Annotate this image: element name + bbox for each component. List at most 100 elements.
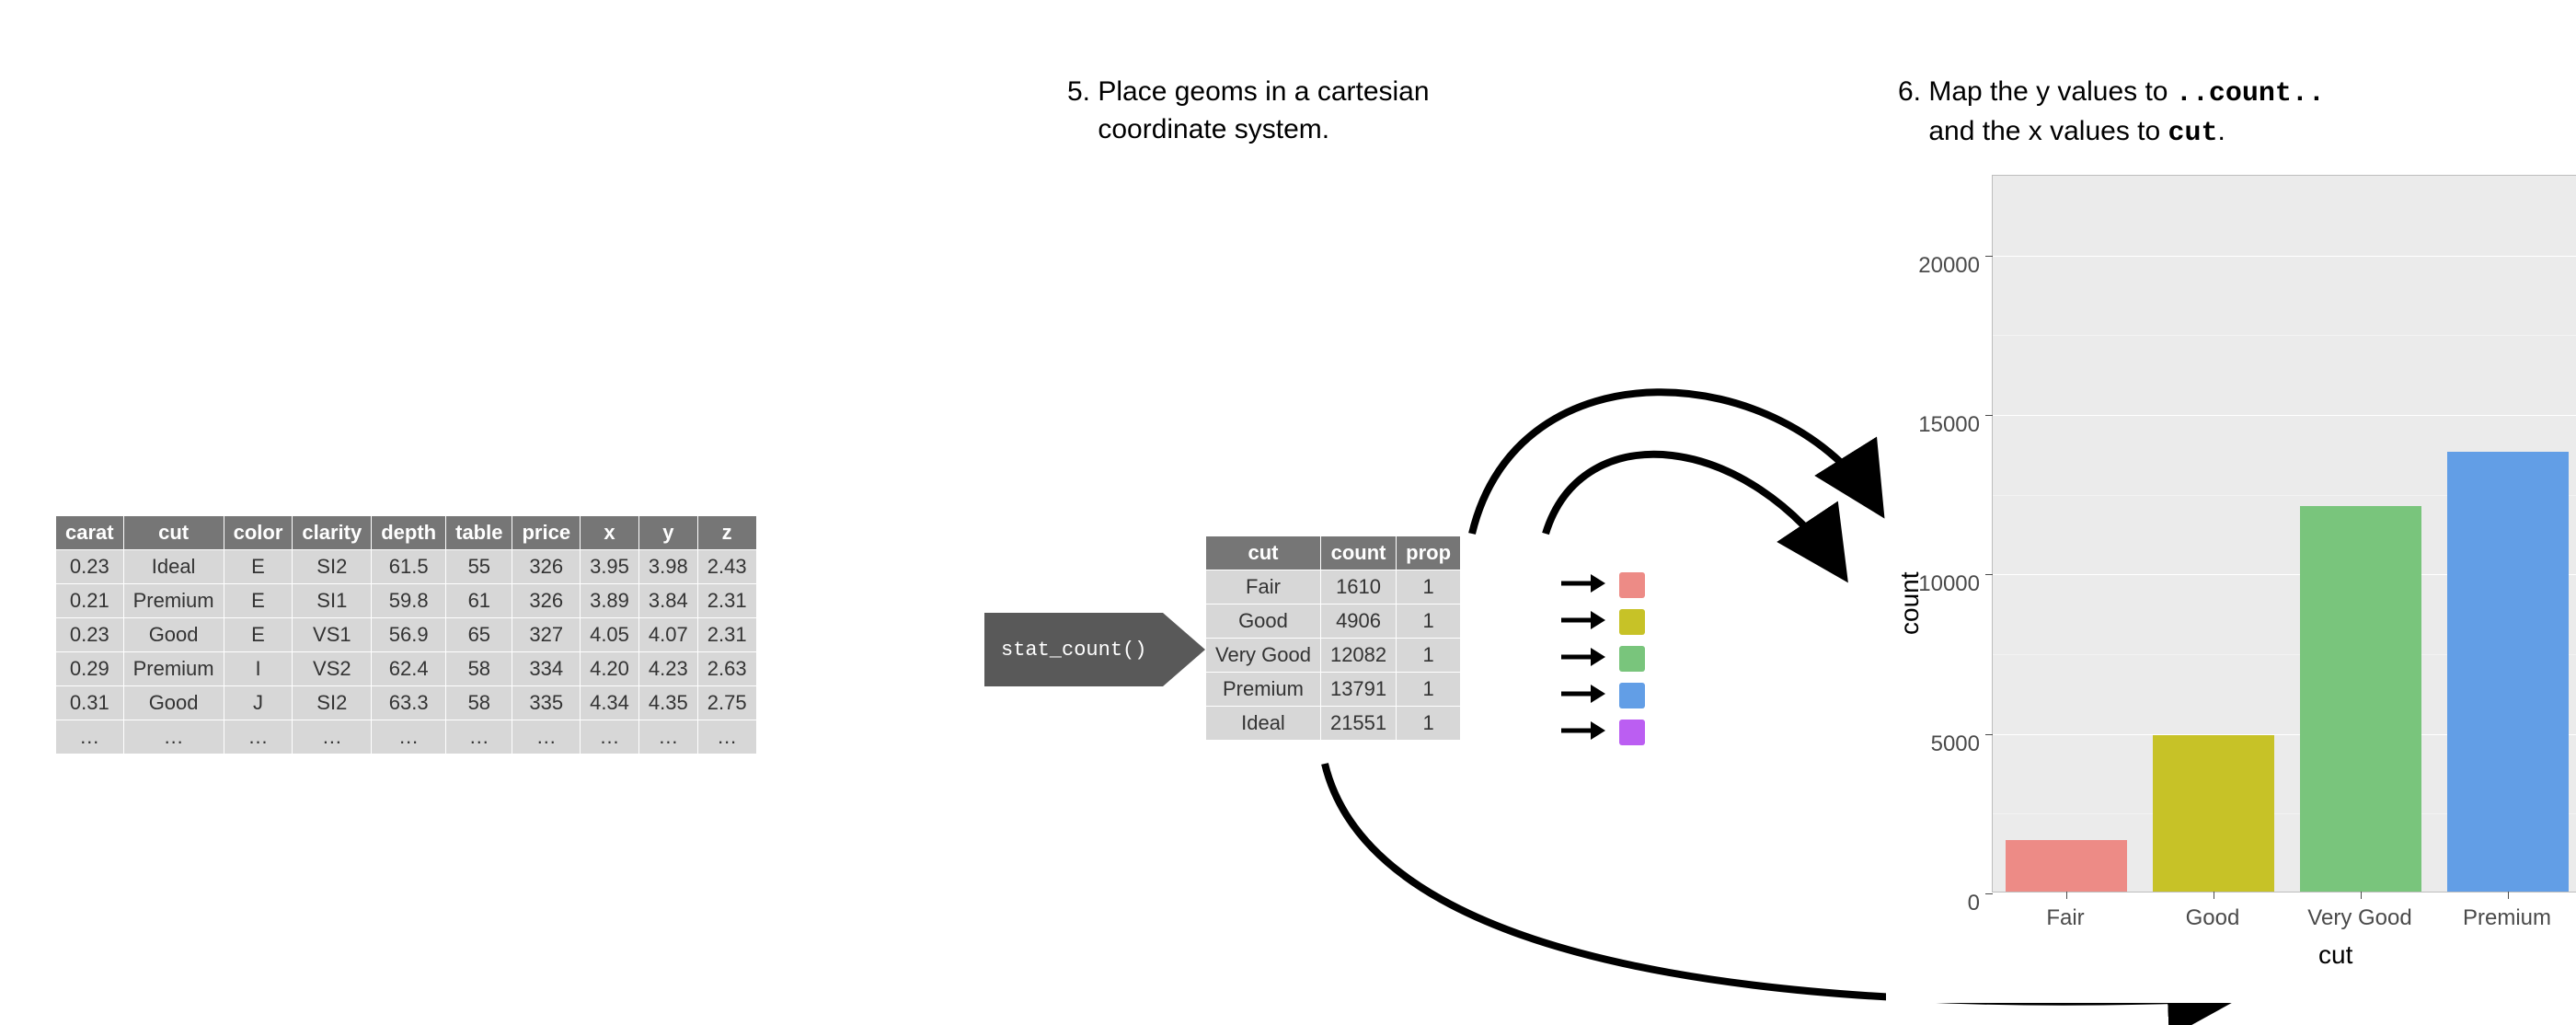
raw-table-cell: 58: [446, 686, 512, 720]
raw-table-cell: Premium: [123, 584, 224, 618]
raw-table-cell: 61: [446, 584, 512, 618]
raw-table-cell: 4.05: [581, 618, 639, 652]
chart-bar: [2300, 506, 2421, 892]
raw-data-table: caratcutcolorclaritydepthtablepricexyz0.…: [55, 515, 757, 754]
raw-table-cell: …: [446, 720, 512, 754]
x-tick-label: Good: [2186, 905, 2240, 931]
raw-table-cell: 0.23: [56, 618, 124, 652]
raw-table-cell: J: [224, 686, 293, 720]
raw-table-cell: 0.23: [56, 550, 124, 584]
raw-table-header: carat: [56, 516, 124, 550]
raw-table-cell: VS1: [293, 618, 372, 652]
raw-table-header: price: [512, 516, 581, 550]
raw-table-header: depth: [372, 516, 446, 550]
summary-table-cell: 13791: [1320, 673, 1396, 707]
step6-text-c: .: [2218, 116, 2225, 146]
stat-count-arrow: stat_count(): [984, 613, 1163, 686]
raw-table-cell: 3.98: [638, 550, 697, 584]
raw-table-cell: …: [56, 720, 124, 754]
summary-table-header: cut: [1206, 536, 1321, 570]
summary-data-table: cutcountpropFair16101Good49061Very Good1…: [1205, 536, 1461, 741]
raw-table-cell: 335: [512, 686, 581, 720]
raw-table-cell: 4.07: [638, 618, 697, 652]
raw-table-cell: …: [581, 720, 639, 754]
raw-table-cell: 2.63: [697, 652, 756, 686]
raw-table-cell: …: [123, 720, 224, 754]
y-axis: 05000100001500020000: [1886, 175, 1987, 893]
mini-arrow-icon: [1559, 719, 1605, 748]
color-swatch: [1619, 683, 1645, 708]
raw-table-cell: SI2: [293, 686, 372, 720]
summary-table-cell: Good: [1206, 605, 1321, 639]
raw-table-cell: 4.20: [581, 652, 639, 686]
x-tick-label: Very Good: [2307, 905, 2411, 931]
raw-table-cell: 0.31: [56, 686, 124, 720]
raw-table-cell: 2.43: [697, 550, 756, 584]
raw-table-cell: …: [638, 720, 697, 754]
raw-table-cell: 3.84: [638, 584, 697, 618]
step6-code2: cut: [2168, 118, 2218, 149]
raw-table-cell: 4.23: [638, 652, 697, 686]
color-swatch: [1619, 720, 1645, 745]
mini-arrow-icon: [1559, 571, 1605, 601]
x-axis-title: cut: [2318, 940, 2352, 970]
raw-table-cell: 334: [512, 652, 581, 686]
raw-table-cell: Good: [123, 686, 224, 720]
x-tick-label: Fair: [2046, 905, 2084, 931]
raw-table-cell: 2.75: [697, 686, 756, 720]
y-tick-label: 20000: [1918, 253, 1980, 279]
summary-table-header: count: [1320, 536, 1396, 570]
raw-table-header: table: [446, 516, 512, 550]
mini-arrow-icon: [1559, 645, 1605, 674]
step6-code1: ..count..: [2176, 78, 2325, 109]
raw-table-cell: Premium: [123, 652, 224, 686]
raw-table-cell: …: [697, 720, 756, 754]
raw-table-cell: 59.8: [372, 584, 446, 618]
raw-table-cell: 61.5: [372, 550, 446, 584]
summary-table-cell: 1610: [1320, 570, 1396, 605]
raw-table-cell: …: [293, 720, 372, 754]
raw-table-cell: 3.95: [581, 550, 639, 584]
y-tick-label: 10000: [1918, 571, 1980, 597]
raw-table-cell: 326: [512, 550, 581, 584]
raw-table-cell: Good: [123, 618, 224, 652]
raw-table-cell: 62.4: [372, 652, 446, 686]
raw-table-cell: SI2: [293, 550, 372, 584]
raw-table-header: x: [581, 516, 639, 550]
raw-table-cell: 2.31: [697, 618, 756, 652]
raw-table-header: color: [224, 516, 293, 550]
raw-table-cell: 2.31: [697, 584, 756, 618]
raw-table-cell: 326: [512, 584, 581, 618]
caption-step5: 5. Place geoms in a cartesian coordinate…: [1067, 74, 1430, 148]
summary-table-cell: Ideal: [1206, 707, 1321, 741]
y-tick-label: 5000: [1931, 731, 1980, 757]
summary-table-cell: 1: [1397, 639, 1461, 673]
y-tick-label: 15000: [1918, 412, 1980, 438]
raw-table-cell: 58: [446, 652, 512, 686]
raw-table-cell: 65: [446, 618, 512, 652]
summary-table-cell: 1: [1397, 605, 1461, 639]
color-swatch: [1619, 572, 1645, 598]
summary-table-cell: Fair: [1206, 570, 1321, 605]
raw-table-cell: 4.35: [638, 686, 697, 720]
bar-chart: count 05000100001500020000 FairGoodVery …: [1886, 175, 2576, 1003]
summary-table-cell: 12082: [1320, 639, 1396, 673]
raw-table-cell: E: [224, 550, 293, 584]
summary-table-header: prop: [1397, 536, 1461, 570]
raw-table-cell: 56.9: [372, 618, 446, 652]
summary-table-cell: 1: [1397, 707, 1461, 741]
raw-table-cell: 3.89: [581, 584, 639, 618]
step6-text-a: 6. Map the y values to: [1898, 76, 2176, 107]
raw-table-cell: VS2: [293, 652, 372, 686]
y-tick-label: 0: [1968, 891, 1980, 916]
raw-table-cell: I: [224, 652, 293, 686]
raw-table-cell: …: [224, 720, 293, 754]
raw-table-cell: 0.29: [56, 652, 124, 686]
raw-table-cell: …: [512, 720, 581, 754]
raw-table-cell: E: [224, 618, 293, 652]
raw-table-cell: …: [372, 720, 446, 754]
x-tick-label: Premium: [2463, 905, 2551, 931]
raw-table-header: clarity: [293, 516, 372, 550]
raw-table-cell: 55: [446, 550, 512, 584]
summary-table-cell: Very Good: [1206, 639, 1321, 673]
